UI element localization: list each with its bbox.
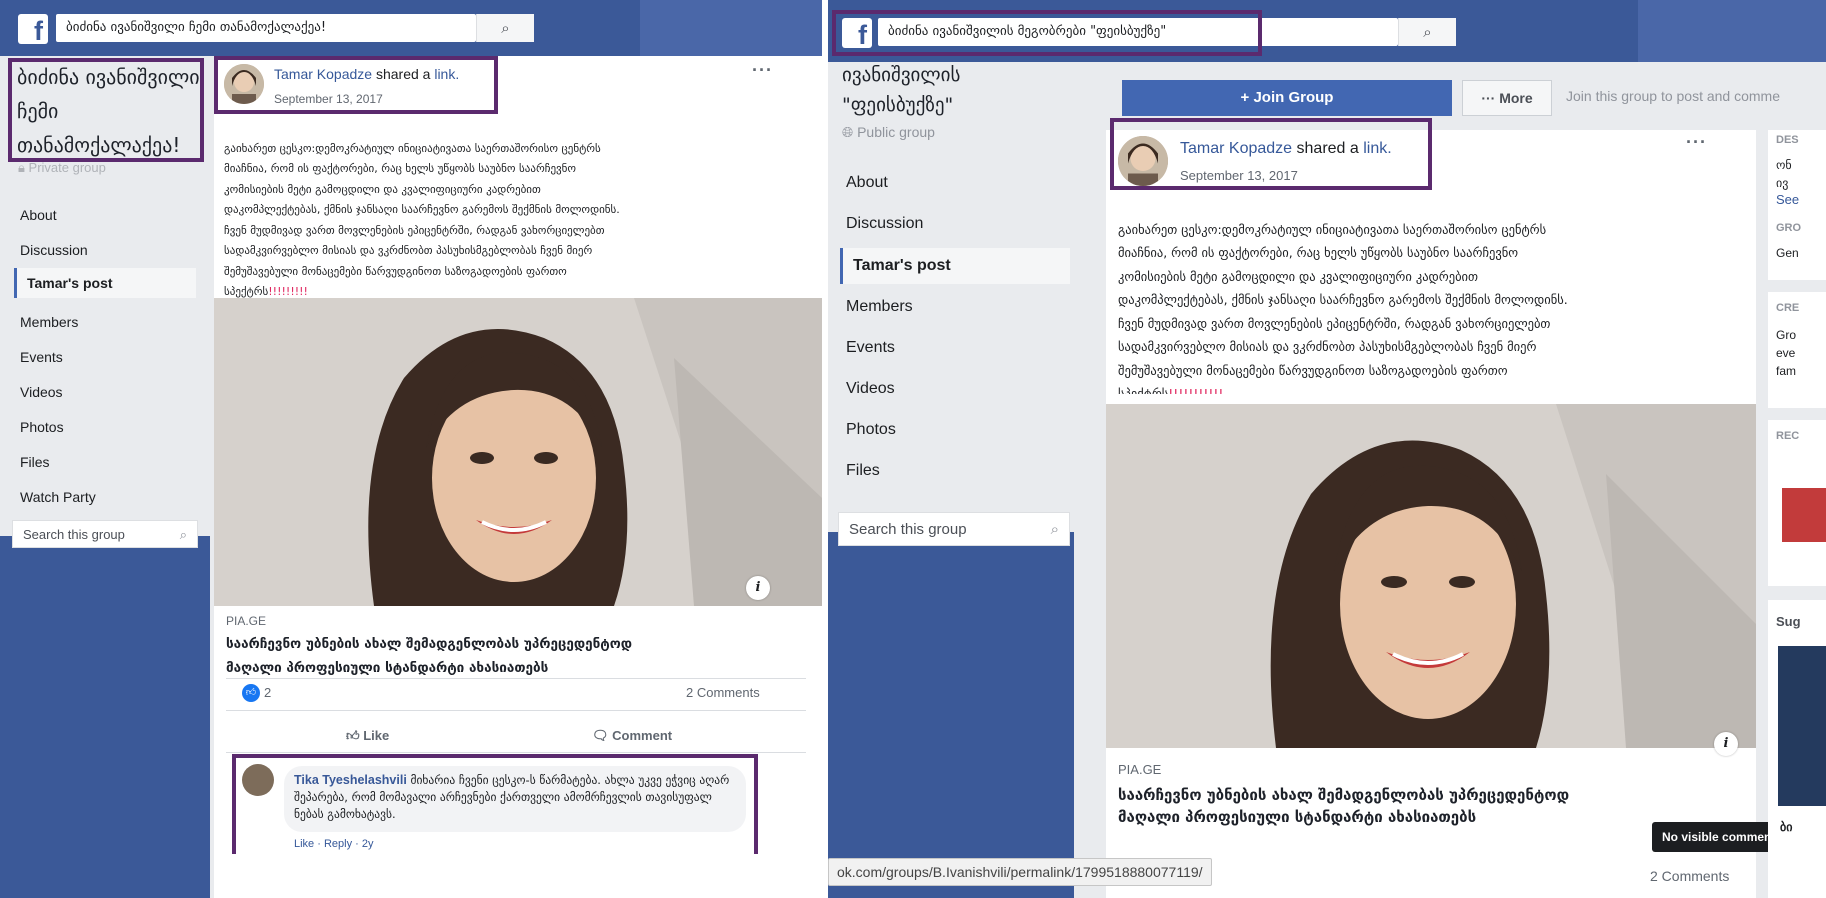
search-icon[interactable]: ⌕ (476, 14, 534, 42)
info-icon[interactable]: i (1714, 732, 1738, 756)
recent-card: REC (1768, 420, 1826, 586)
join-hint: Join this group to post and comme (1566, 88, 1781, 104)
link-headline[interactable]: საარჩევნო უბნების ახალ შემადგენლობას უპრ… (1118, 784, 1738, 828)
group-title: ივანიშვილის "ფეისბუქზე" (842, 64, 961, 116)
info-icon[interactable]: i (746, 576, 770, 600)
left-blue-area (828, 532, 1074, 898)
created-card: CRE Gro eve fam (1768, 292, 1826, 408)
sidebar-item-photos[interactable]: Photos (846, 421, 896, 439)
sidebar-item-discussion[interactable]: Discussion (846, 215, 923, 233)
search-icon[interactable]: ⌕ (1398, 18, 1456, 46)
group-search-input[interactable]: Search this group ⌕ (12, 520, 198, 548)
sidebar-item-about[interactable]: About (846, 174, 888, 192)
highlight-post-author (1110, 118, 1432, 190)
post-body: გაიხარეთ ცესკო:დემოკრატიულ ინიციატივათა … (1118, 221, 1568, 395)
sidebar-item-tamars-post[interactable]: Tamar's post (14, 268, 196, 298)
sidebar-item-events[interactable]: Events (20, 349, 63, 365)
divider (226, 710, 806, 711)
recent-thumbnail[interactable] (1782, 488, 1826, 542)
sidebar-item-members[interactable]: Members (846, 298, 913, 316)
top-bar-right (1638, 0, 1826, 62)
right-screenshot-panel: f ბიძინა ივანიშვილის მეგობრები "ფეისბუქზ… (828, 0, 1826, 898)
suggested-card: Sug ბი (1768, 600, 1826, 898)
like-button[interactable]: 👍︎ Like (346, 728, 389, 744)
link-preview-image[interactable] (214, 298, 822, 606)
sidebar-item-files[interactable]: Files (20, 454, 50, 470)
divider (226, 752, 806, 753)
status-url: ok.com/groups/B.Ivanishvili/permalink/17… (828, 858, 1212, 886)
left-screenshot-panel: f ბიძინა ივანიშვილი ჩემი თანამოქალაქეა! … (0, 0, 822, 898)
divider (226, 678, 806, 679)
comment-icon: 🗨︎ (592, 728, 609, 743)
sidebar-item-videos[interactable]: Videos (20, 384, 63, 400)
group-privacy: 🔒︎ Private group (18, 160, 106, 175)
search-input[interactable]: ბიძინა ივანიშვილი ჩემი თანამოქალაქეა! (56, 14, 476, 42)
comment-count[interactable]: 2 Comments (1650, 868, 1729, 884)
description-card: DES ონ ივ See GRO Gen (1768, 130, 1826, 280)
sidebar-item-discussion[interactable]: Discussion (20, 242, 88, 258)
comment-button[interactable]: 🗨︎ Comment (592, 728, 672, 744)
see-more-link[interactable]: See (1776, 192, 1799, 207)
top-bar-right (640, 0, 822, 56)
sidebar-item-events[interactable]: Events (846, 339, 895, 357)
sidebar-item-photos[interactable]: Photos (20, 419, 64, 435)
link-domain: PIA.GE (226, 614, 267, 628)
sidebar-item-tamars-post[interactable]: Tamar's post (840, 248, 1070, 284)
link-preview-image[interactable] (1106, 404, 1756, 748)
sidebar-item-files[interactable]: Files (846, 462, 880, 480)
link-headline[interactable]: საარჩევნო უბნების ახალ შემადგენლობას უპრ… (226, 632, 806, 680)
facebook-logo-icon[interactable]: f (18, 14, 48, 44)
sidebar-item-about[interactable]: About (20, 207, 57, 223)
search-icon: ⌕ (179, 527, 187, 542)
like-count[interactable]: 2 (264, 685, 271, 700)
join-group-button[interactable]: + Join Group (1122, 80, 1452, 116)
left-blue-area (0, 536, 210, 898)
thumbs-up-icon: 👍︎ (346, 728, 360, 743)
sidebar-item-members[interactable]: Members (20, 314, 78, 330)
post-body: გაიხარეთ ცესკო:დემოკრატიულ ინიციატივათა … (224, 141, 620, 299)
globe-icon: 🌐︎ (842, 124, 854, 140)
lock-icon: 🔒︎ (18, 160, 25, 175)
comment-count[interactable]: 2 Comments (686, 685, 760, 700)
highlight-post-author (214, 56, 498, 114)
sidebar-item-watch-party[interactable]: Watch Party (20, 489, 96, 505)
like-count-icon[interactable]: 👍︎ (242, 684, 260, 702)
group-privacy: 🌐︎ Public group (842, 124, 935, 140)
search-icon: ⌕ (1050, 521, 1059, 538)
highlight-group-title (8, 58, 204, 162)
link-domain: PIA.GE (1118, 762, 1162, 777)
post-options-icon[interactable]: ··· (752, 60, 773, 81)
highlight-comment (232, 754, 758, 854)
group-search-input[interactable]: Search this group ⌕ (838, 512, 1070, 546)
post-options-icon[interactable]: ··· (1686, 132, 1707, 153)
suggested-thumbnail[interactable] (1778, 646, 1826, 806)
highlight-search (832, 10, 1262, 56)
sidebar-item-videos[interactable]: Videos (846, 380, 895, 398)
more-button[interactable]: ··· More (1462, 80, 1552, 116)
